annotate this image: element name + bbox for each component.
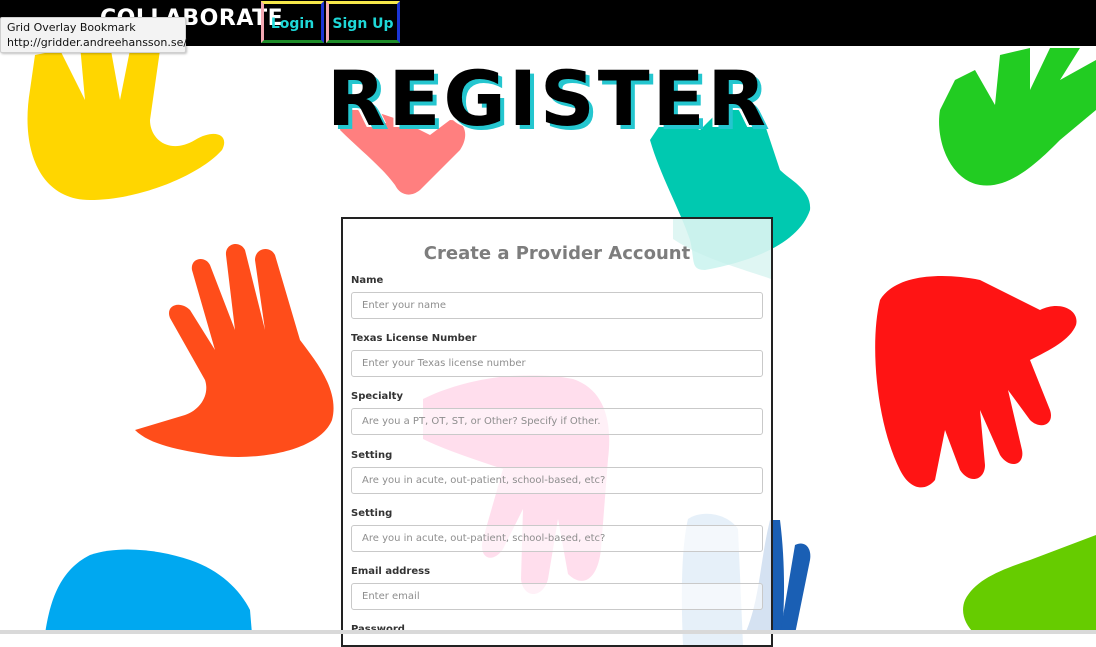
license-input[interactable] [351,350,763,377]
email-input[interactable] [351,583,763,610]
bookmark-tooltip: Grid Overlay Bookmark http://gridder.and… [0,17,188,53]
setting-input[interactable] [351,467,763,494]
tooltip-url: http://gridder.andreehansson.se/ [7,36,188,49]
register-form-card: Create a Provider Account Name Texas Lic… [341,217,773,647]
orange-hand-decoration [135,243,334,457]
email-label: Email address [351,566,431,577]
page-title: REGISTER [326,54,770,143]
specialty-label: Specialty [351,391,403,402]
name-label: Name [351,275,384,286]
blue-hand-decoration [45,549,252,634]
tooltip-title: Grid Overlay Bookmark [7,21,136,34]
login-button[interactable]: Login [261,1,324,43]
setting-label-2: Setting [351,508,393,519]
setting-label: Setting [351,450,393,461]
horizontal-scrollbar[interactable] [0,630,1096,634]
name-input[interactable] [351,292,763,319]
setting-input-2[interactable] [351,525,763,552]
specialty-input[interactable] [351,408,763,435]
license-label: Texas License Number [351,333,477,344]
form-title: Create a Provider Account [423,243,691,264]
red-hand-decoration [875,276,1077,488]
signup-button[interactable]: Sign Up [326,1,400,43]
lime-hand-decoration [963,535,1096,634]
